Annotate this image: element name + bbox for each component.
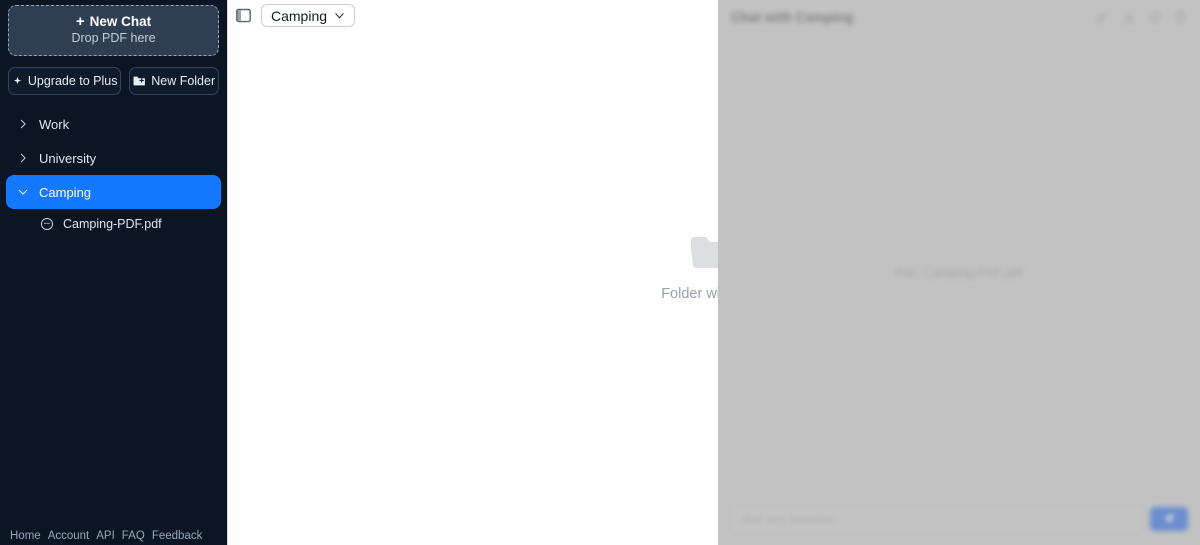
new-chat-label: New Chat [89,14,152,30]
chat-panel: Chat with Camping File: Camping-PDF.pdf … [718,0,1200,545]
chat-bubble-icon [40,217,54,231]
sidebar-footer-links: Home Account API FAQ Feedback [10,530,202,542]
upgrade-to-plus-label: Upgrade to Plus [27,74,118,88]
chevron-down-icon [18,189,28,195]
sidebar-item-work-label: Work [39,116,70,132]
sidebar-item-university[interactable]: University [6,141,221,175]
footer-link-home[interactable]: Home [10,530,41,542]
send-icon [1163,513,1175,525]
chevron-right-icon [20,119,26,129]
sidebar-item-university-label: University [39,150,97,166]
sidebar: + New Chat Drop PDF here Upgrade to Plus… [0,0,228,545]
plus-icon: + [75,13,85,31]
sidebar-item-camping[interactable]: Camping [6,175,221,209]
new-folder-button[interactable]: New Folder [129,67,219,95]
folder-tree: Work University Camping Camping-PDF.pdf [6,107,221,239]
chat-file-label: File: Camping-PDF.pdf [896,265,1022,280]
sparkle-icon [13,76,22,84]
chevron-right-icon [20,153,26,163]
footer-link-api[interactable]: API [96,530,115,542]
app-root: + New Chat Drop PDF here Upgrade to Plus… [0,0,1200,545]
sidebar-file-label: Camping-PDF.pdf [63,217,162,231]
sidebar-action-row: Upgrade to Plus New Folder [8,67,219,95]
drop-pdf-hint: Drop PDF here [71,31,156,46]
sidebar-item-camping-label: Camping [39,184,92,200]
footer-link-faq[interactable]: FAQ [122,530,145,542]
chat-input-row: Ask any question [730,504,1188,534]
new-chat-title: + New Chat [76,14,151,29]
new-chat-dropzone[interactable]: + New Chat Drop PDF here [8,5,219,56]
footer-link-account[interactable]: Account [48,530,90,542]
new-folder-label: New Folder [151,74,216,88]
folder-plus-icon [133,76,146,86]
chat-message-area: File: Camping-PDF.pdf [718,0,1200,545]
footer-link-feedback[interactable]: Feedback [152,530,203,542]
send-button[interactable] [1150,507,1188,531]
chat-input[interactable]: Ask any question [730,504,1142,534]
upgrade-to-plus-button[interactable]: Upgrade to Plus [8,67,122,95]
sidebar-file-camping-pdf[interactable]: Camping-PDF.pdf [6,209,221,239]
sidebar-item-work[interactable]: Work [6,107,221,141]
